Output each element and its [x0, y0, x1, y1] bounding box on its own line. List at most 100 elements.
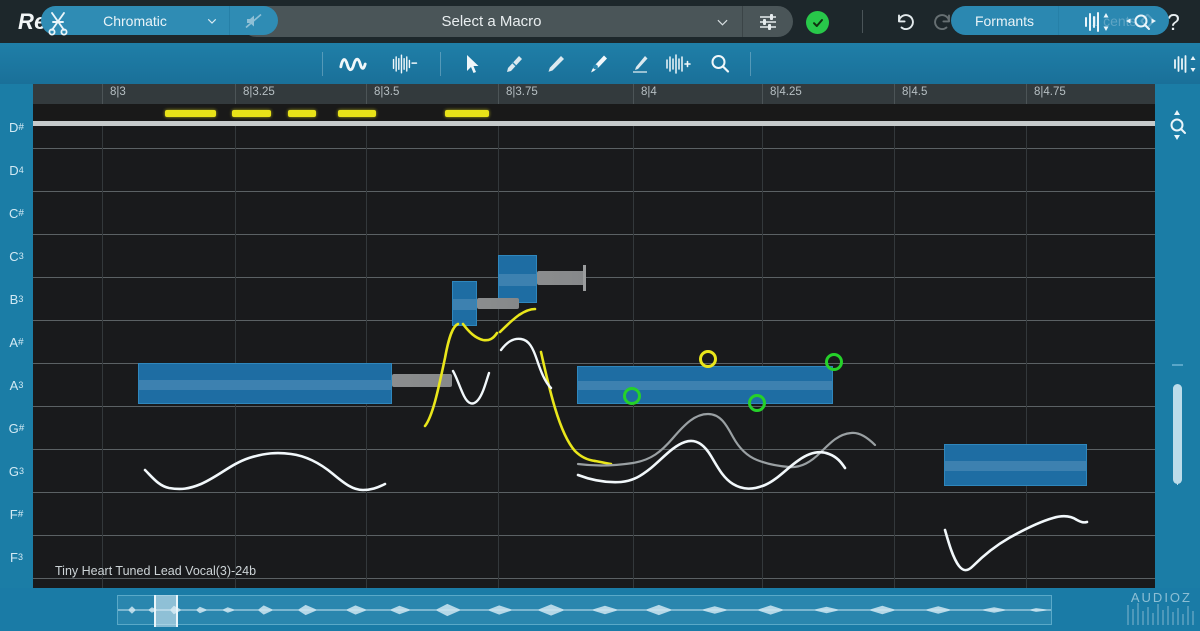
pitch-node-1[interactable] — [623, 387, 641, 405]
vertical-zoom-icon[interactable] — [1166, 108, 1190, 142]
ruler-tick — [102, 84, 103, 104]
pitch-marker[interactable] — [232, 110, 271, 117]
reference-pitch-curve — [576, 412, 877, 469]
tool-divider-2 — [440, 52, 441, 76]
original-pitch-curve-4 — [539, 350, 597, 463]
tool-pen[interactable] — [583, 51, 613, 77]
chevron-down-icon — [207, 18, 217, 24]
key-label-csharp[interactable]: C # — [0, 203, 33, 223]
ruler-tick-label: 8|3.75 — [506, 86, 538, 98]
pitch-editor: D # D 4 C # C 3 B 3 A # A 3 G # G 3 F # F 3 8|3 8|3.25 8|3.5 8|3… — [0, 84, 1200, 588]
timeline-ruler[interactable]: 8|3 8|3.25 8|3.5 8|3.75 8|4 8|4.25 8|4.5 8|4.75 — [33, 84, 1155, 104]
scissors-icon — [48, 12, 68, 36]
ruler-tick-label: 8|4.25 — [770, 86, 802, 98]
overview-playhead[interactable] — [154, 595, 178, 627]
waveform-updown-icon — [1085, 12, 1109, 32]
ruler-tick — [633, 84, 634, 104]
corrected-pitch-curve-5 — [943, 514, 1089, 572]
key-label-fsharp[interactable]: F # — [0, 504, 33, 524]
arrow-cursor-icon — [467, 55, 479, 73]
tool-tweak[interactable] — [499, 51, 529, 77]
repitch-window: RePitchstandard Select a Macro — [0, 0, 1200, 631]
vibrato-toggle-button[interactable] — [338, 51, 368, 77]
scroll-tick — [1172, 364, 1183, 366]
watermark-text: AUDIOZ — [1130, 590, 1192, 605]
key-label-a3[interactable]: A3 — [0, 375, 33, 395]
key-label-d4[interactable]: D4 — [0, 160, 33, 180]
ruler-tick — [498, 84, 499, 104]
original-pitch-curve-3 — [498, 307, 537, 334]
key-label-c3[interactable]: C3 — [0, 246, 33, 266]
vibrato-icon — [339, 57, 367, 72]
tool-divider-3 — [750, 52, 751, 76]
original-pitch-curve-5 — [593, 459, 613, 466]
pitch-marker[interactable] — [338, 110, 376, 117]
line-pen-icon — [633, 56, 648, 73]
corrected-pitch-curve-1 — [143, 451, 387, 492]
ruler-tick-label: 8|3 — [110, 86, 126, 98]
status-badge[interactable] — [806, 11, 829, 34]
note-grid[interactable]: Tiny Heart Tuned Lead Vocal(3)-24b — [33, 126, 1155, 588]
ruler-tick-label: 8|3.25 — [243, 86, 275, 98]
ruler-tick — [235, 84, 236, 104]
original-pitch-curve-1 — [423, 322, 460, 428]
tool-line[interactable] — [625, 51, 655, 77]
key-label-f3[interactable]: F3 — [0, 547, 33, 567]
macro-selector[interactable]: Select a Macro — [241, 6, 793, 37]
ruler-tick-label: 8|4.5 — [902, 86, 928, 98]
pitch-marker[interactable] — [165, 110, 216, 117]
key-label-g3[interactable]: G3 — [0, 461, 33, 481]
pitch-marker[interactable] — [288, 110, 316, 117]
ruler-tick-label: 8|3.5 — [374, 86, 400, 98]
clip-overview[interactable] — [117, 595, 1052, 627]
undo-icon — [898, 14, 914, 31]
original-pitch-curve-2 — [461, 322, 499, 342]
speaker-mute-icon — [245, 13, 262, 28]
ruler-tick-label: 8|4 — [641, 86, 657, 98]
scissors-button[interactable] — [45, 10, 71, 36]
ruler-tick-label: 8|4.75 — [1034, 86, 1066, 98]
ruler-tick — [894, 84, 895, 104]
pitch-curves — [143, 307, 1089, 572]
toolbar-divider — [862, 10, 863, 33]
key-label-asharp[interactable]: A # — [0, 332, 33, 352]
key-label-gsharp[interactable]: G # — [0, 418, 33, 438]
tweak-pen-icon — [507, 56, 522, 72]
macro-settings-button[interactable] — [743, 6, 793, 37]
waveform-updown-icon — [1174, 55, 1196, 73]
tool-divider-1 — [322, 52, 323, 76]
piano-key-column[interactable]: D # D 4 C # C 3 B 3 A # A 3 G # G 3 F # F 3 — [0, 84, 33, 588]
key-label-dsharp[interactable]: D # — [0, 117, 33, 137]
waveform-icon — [392, 54, 418, 74]
tool-pencil[interactable] — [541, 51, 571, 77]
editor-right-rail — [1155, 84, 1200, 588]
tool-zoom[interactable] — [705, 51, 735, 77]
fountain-pen-icon — [591, 55, 607, 73]
macro-dropdown[interactable]: Select a Macro — [241, 6, 743, 37]
pitch-node-3[interactable] — [748, 394, 766, 412]
clip-filename: Tiny Heart Tuned Lead Vocal(3)-24b — [55, 564, 257, 578]
scale-mute-button[interactable] — [230, 6, 278, 35]
pitch-node-4[interactable] — [825, 353, 843, 371]
pitch-node-2[interactable] — [699, 350, 717, 368]
waveform-toggle-button[interactable] — [390, 51, 420, 77]
sliders-icon — [760, 13, 776, 30]
pencil-icon — [548, 56, 564, 72]
scale-value: Chromatic — [103, 12, 167, 29]
horizontal-zoom-button[interactable] — [1124, 10, 1158, 34]
pitch-marker[interactable] — [445, 110, 489, 117]
tool-split[interactable] — [663, 51, 693, 77]
scale-selector[interactable]: Chromatic — [41, 6, 278, 35]
tool-select[interactable] — [457, 51, 487, 77]
vertical-scrollbar[interactable] — [1173, 384, 1182, 484]
key-label-b3[interactable]: B3 — [0, 289, 33, 309]
ruler-tick — [762, 84, 763, 104]
overview-waveform — [118, 603, 1051, 617]
formants-button[interactable]: Formants — [951, 6, 1059, 35]
formant-shift-button[interactable] — [1170, 51, 1200, 77]
undo-button[interactable] — [892, 10, 918, 34]
check-circle-icon — [812, 18, 823, 27]
corrected-pitch-curve-2 — [451, 369, 491, 405]
waveform-view-button[interactable] — [1082, 10, 1112, 34]
marker-strip[interactable] — [33, 104, 1155, 121]
